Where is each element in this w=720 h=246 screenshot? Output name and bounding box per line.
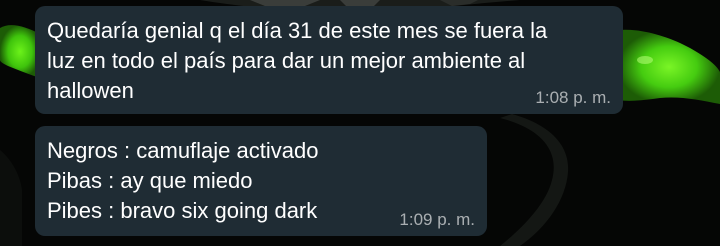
message-bubble[interactable]: Negros : camuflaje activado Pibas : ay q… [35,126,487,236]
message-text-line: Pibas : ay que miedo [47,168,253,193]
message-text-line: Negros : camuflaje activado [47,138,319,163]
message-timestamp: 1:08 p. m. [535,88,611,107]
message-text-line: luz en todo el país para dar un mejor am… [47,48,526,73]
message-bubble[interactable]: Quedaría genial q el día 31 de este mes … [35,6,623,114]
message-timestamp: 1:09 p. m. [399,210,475,229]
message-text-line: Quedaría genial q el día 31 de este mes … [47,18,548,43]
